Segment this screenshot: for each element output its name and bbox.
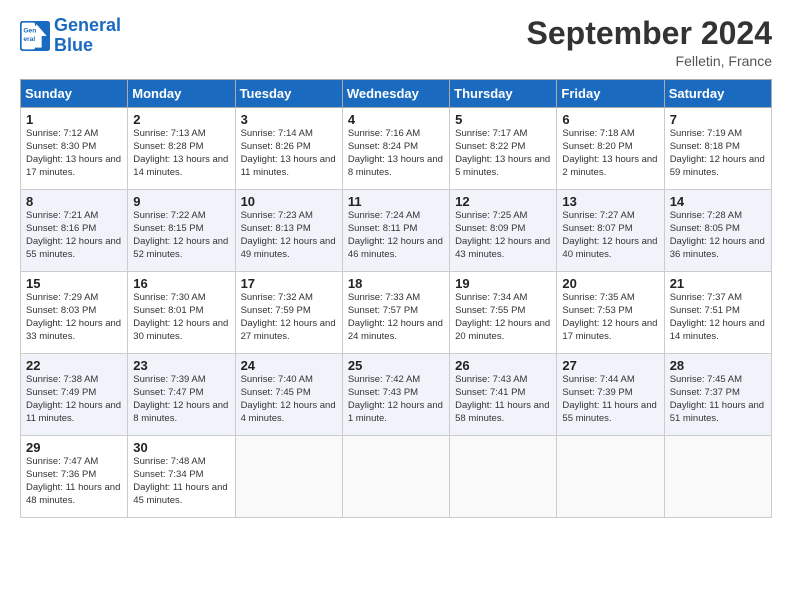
- table-row: 1 Sunrise: 7:12 AMSunset: 8:30 PMDayligh…: [21, 108, 128, 190]
- table-row: 6 Sunrise: 7:18 AMSunset: 8:20 PMDayligh…: [557, 108, 664, 190]
- table-row: 9 Sunrise: 7:22 AMSunset: 8:15 PMDayligh…: [128, 190, 235, 272]
- logo-text-line2: Blue: [54, 36, 121, 56]
- col-sunday: Sunday: [21, 80, 128, 108]
- table-row: 28 Sunrise: 7:45 AMSunset: 7:37 PMDaylig…: [664, 354, 771, 436]
- svg-text:eral: eral: [23, 36, 35, 43]
- table-row: 18 Sunrise: 7:33 AMSunset: 7:57 PMDaylig…: [342, 272, 449, 354]
- table-row: 4 Sunrise: 7:16 AMSunset: 8:24 PMDayligh…: [342, 108, 449, 190]
- header: Gen eral General Blue September 2024 Fel…: [20, 16, 772, 69]
- table-row: 21 Sunrise: 7:37 AMSunset: 7:51 PMDaylig…: [664, 272, 771, 354]
- table-row: 15 Sunrise: 7:29 AMSunset: 8:03 PMDaylig…: [21, 272, 128, 354]
- month-title: September 2024: [527, 16, 772, 51]
- calendar-table: Sunday Monday Tuesday Wednesday Thursday…: [20, 79, 772, 518]
- table-row: 13 Sunrise: 7:27 AMSunset: 8:07 PMDaylig…: [557, 190, 664, 272]
- svg-text:Gen: Gen: [23, 27, 36, 34]
- col-tuesday: Tuesday: [235, 80, 342, 108]
- table-row: 29 Sunrise: 7:47 AMSunset: 7:36 PMDaylig…: [21, 436, 128, 518]
- calendar-week-2: 15 Sunrise: 7:29 AMSunset: 8:03 PMDaylig…: [21, 272, 772, 354]
- logo-icon: Gen eral: [20, 21, 50, 51]
- calendar-week-4: 29 Sunrise: 7:47 AMSunset: 7:36 PMDaylig…: [21, 436, 772, 518]
- calendar-week-1: 8 Sunrise: 7:21 AMSunset: 8:16 PMDayligh…: [21, 190, 772, 272]
- table-row: 26 Sunrise: 7:43 AMSunset: 7:41 PMDaylig…: [450, 354, 557, 436]
- logo-text-line1: General: [54, 16, 121, 36]
- table-row: 22 Sunrise: 7:38 AMSunset: 7:49 PMDaylig…: [21, 354, 128, 436]
- table-row: 27 Sunrise: 7:44 AMSunset: 7:39 PMDaylig…: [557, 354, 664, 436]
- table-row: 8 Sunrise: 7:21 AMSunset: 8:16 PMDayligh…: [21, 190, 128, 272]
- table-row: [450, 436, 557, 518]
- table-row: 14 Sunrise: 7:28 AMSunset: 8:05 PMDaylig…: [664, 190, 771, 272]
- table-row: 3 Sunrise: 7:14 AMSunset: 8:26 PMDayligh…: [235, 108, 342, 190]
- col-saturday: Saturday: [664, 80, 771, 108]
- col-monday: Monday: [128, 80, 235, 108]
- table-row: 16 Sunrise: 7:30 AMSunset: 8:01 PMDaylig…: [128, 272, 235, 354]
- table-row: [342, 436, 449, 518]
- table-row: 10 Sunrise: 7:23 AMSunset: 8:13 PMDaylig…: [235, 190, 342, 272]
- location: Felletin, France: [527, 53, 772, 69]
- col-wednesday: Wednesday: [342, 80, 449, 108]
- col-friday: Friday: [557, 80, 664, 108]
- calendar-week-0: 1 Sunrise: 7:12 AMSunset: 8:30 PMDayligh…: [21, 108, 772, 190]
- table-row: 24 Sunrise: 7:40 AMSunset: 7:45 PMDaylig…: [235, 354, 342, 436]
- calendar-header-row: Sunday Monday Tuesday Wednesday Thursday…: [21, 80, 772, 108]
- table-row: 2 Sunrise: 7:13 AMSunset: 8:28 PMDayligh…: [128, 108, 235, 190]
- table-row: [557, 436, 664, 518]
- table-row: 20 Sunrise: 7:35 AMSunset: 7:53 PMDaylig…: [557, 272, 664, 354]
- table-row: 12 Sunrise: 7:25 AMSunset: 8:09 PMDaylig…: [450, 190, 557, 272]
- col-thursday: Thursday: [450, 80, 557, 108]
- table-row: 7 Sunrise: 7:19 AMSunset: 8:18 PMDayligh…: [664, 108, 771, 190]
- table-row: [235, 436, 342, 518]
- page: Gen eral General Blue September 2024 Fel…: [0, 0, 792, 612]
- table-row: [664, 436, 771, 518]
- table-row: 23 Sunrise: 7:39 AMSunset: 7:47 PMDaylig…: [128, 354, 235, 436]
- table-row: 25 Sunrise: 7:42 AMSunset: 7:43 PMDaylig…: [342, 354, 449, 436]
- table-row: 17 Sunrise: 7:32 AMSunset: 7:59 PMDaylig…: [235, 272, 342, 354]
- table-row: 19 Sunrise: 7:34 AMSunset: 7:55 PMDaylig…: [450, 272, 557, 354]
- table-row: 30 Sunrise: 7:48 AMSunset: 7:34 PMDaylig…: [128, 436, 235, 518]
- logo: Gen eral General Blue: [20, 16, 121, 56]
- table-row: 11 Sunrise: 7:24 AMSunset: 8:11 PMDaylig…: [342, 190, 449, 272]
- table-row: 5 Sunrise: 7:17 AMSunset: 8:22 PMDayligh…: [450, 108, 557, 190]
- title-block: September 2024 Felletin, France: [527, 16, 772, 69]
- calendar-week-3: 22 Sunrise: 7:38 AMSunset: 7:49 PMDaylig…: [21, 354, 772, 436]
